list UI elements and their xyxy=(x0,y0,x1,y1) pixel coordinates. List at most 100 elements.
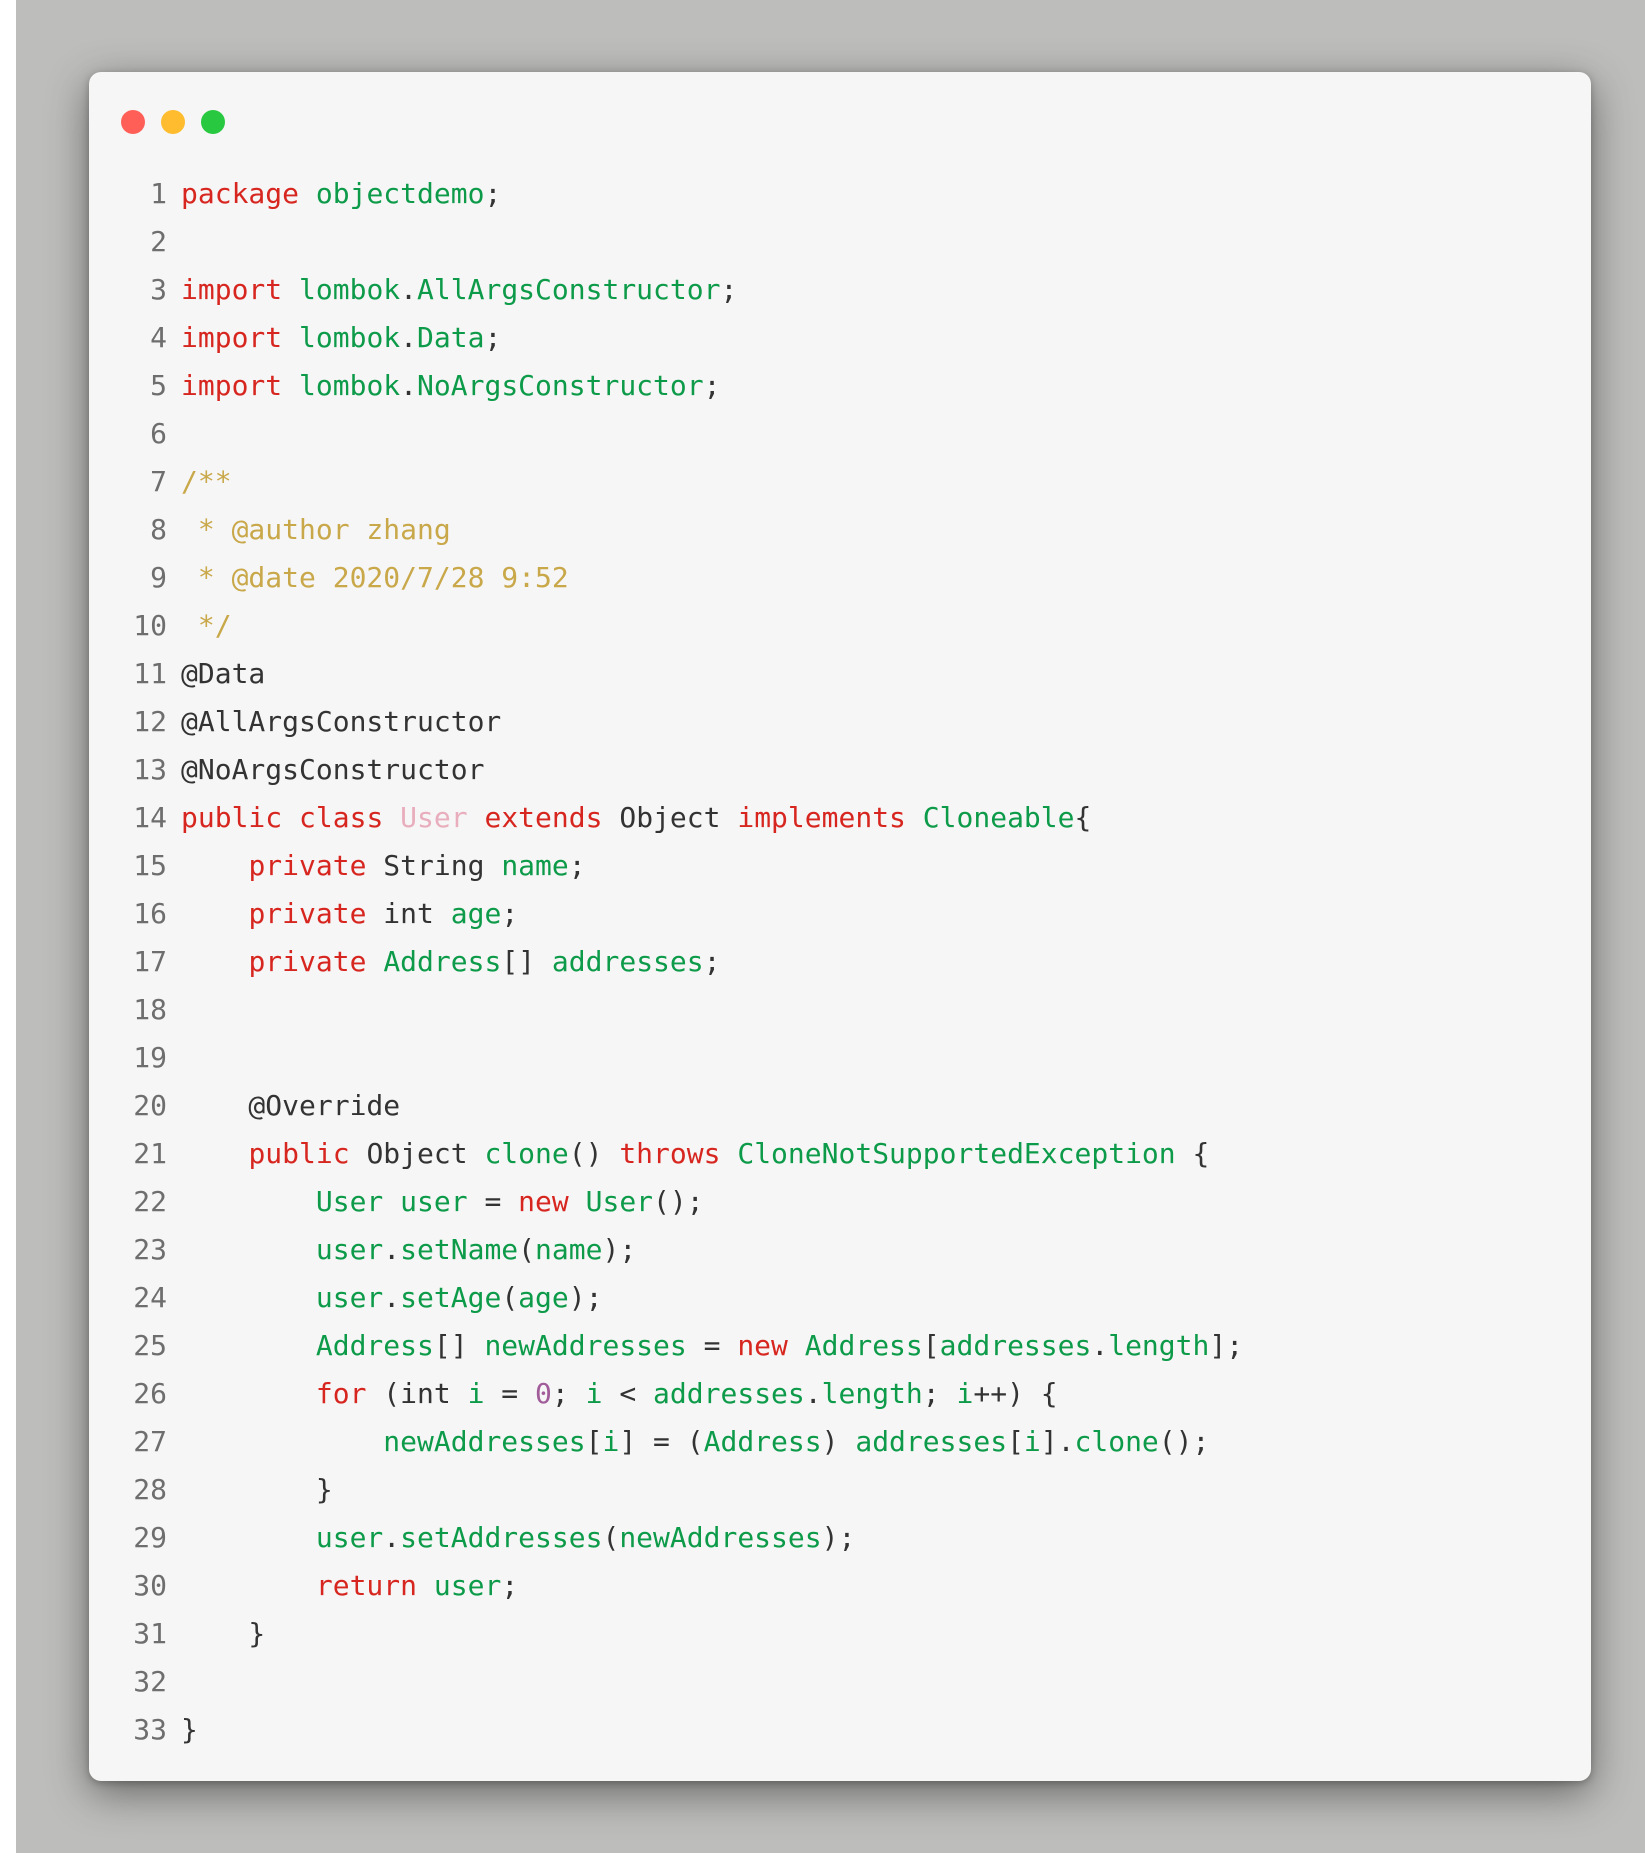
token-identifier: user xyxy=(400,1185,468,1218)
token-plain-text xyxy=(181,1425,383,1458)
code-line: 33} xyxy=(89,1706,1591,1754)
line-number: 6 xyxy=(150,417,167,450)
token-plain-text xyxy=(383,1185,400,1218)
code-line: 26 for (int i = 0; i < addresses.length;… xyxy=(89,1370,1591,1418)
token-plain-text xyxy=(181,1137,248,1170)
token-identifier: i xyxy=(1023,1425,1041,1458)
code-line: 10 */ xyxy=(89,602,1591,650)
code-line: 1 package objectdemo; xyxy=(89,170,1591,218)
line-number: 13 xyxy=(133,753,167,786)
line-content xyxy=(167,1658,181,1706)
token-identifier: age xyxy=(518,1281,569,1314)
line-content: for (int i = 0; i < addresses.length; i+… xyxy=(167,1370,1058,1418)
code-line: 12 @AllArgsConstructor xyxy=(89,698,1591,746)
token-plain-text xyxy=(181,1185,316,1218)
token-plain-text: ; xyxy=(703,945,721,978)
token-plain-text xyxy=(383,801,400,834)
token-plain-text xyxy=(299,177,316,210)
token-plain-text: ++) { xyxy=(973,1377,1058,1410)
token-identifier: lombok xyxy=(299,369,401,402)
token-plain-text: Object xyxy=(602,801,738,834)
token-identifier: clone xyxy=(1074,1425,1159,1458)
token-identifier: Cloneable xyxy=(922,801,1075,834)
close-dot-icon[interactable] xyxy=(121,110,145,134)
line-number: 7 xyxy=(150,465,167,498)
token-identifier: Address xyxy=(703,1425,822,1458)
line-content: private int age; xyxy=(167,890,518,938)
token-plain-text xyxy=(181,945,248,978)
token-plain-text xyxy=(366,945,383,978)
token-plain-text xyxy=(181,1569,316,1602)
line-content: newAddresses[i] = (Address) addresses[i]… xyxy=(167,1418,1209,1466)
token-plain-text: ; xyxy=(720,273,738,306)
token-identifier: newAddresses xyxy=(383,1425,586,1458)
line-number: 23 xyxy=(133,1233,167,1266)
token-plain-text: ) xyxy=(821,1425,856,1458)
token-plain-text xyxy=(569,1185,586,1218)
code-line: 23 user.setName(name); xyxy=(89,1226,1591,1274)
line-content: package objectdemo; xyxy=(167,170,501,218)
token-plain-text xyxy=(720,1137,737,1170)
token-identifier: setName xyxy=(400,1233,519,1266)
token-plain-text: ] = ( xyxy=(619,1425,704,1458)
token-plain-text: { xyxy=(1175,1137,1210,1170)
window-controls xyxy=(121,110,225,134)
line-number: 32 xyxy=(133,1665,167,1698)
code-line: 30 return user; xyxy=(89,1562,1591,1610)
maximize-dot-icon[interactable] xyxy=(201,110,225,134)
token-plain-text xyxy=(181,1521,316,1554)
token-identifier: newAddresses xyxy=(484,1329,687,1362)
token-plain-text: [ xyxy=(585,1425,603,1458)
code-line: 21 public Object clone() throws CloneNot… xyxy=(89,1130,1591,1178)
minimize-dot-icon[interactable] xyxy=(161,110,185,134)
code-line: 9 * @date 2020/7/28 9:52 xyxy=(89,554,1591,602)
line-number: 5 xyxy=(150,369,167,402)
token-keyword: class xyxy=(299,801,384,834)
token-plain-text: < xyxy=(602,1377,654,1410)
token-plain-text: ); xyxy=(568,1281,603,1314)
token-identifier: addresses xyxy=(653,1377,805,1410)
token-plain-text: @NoArgsConstructor xyxy=(181,753,485,786)
token-identifier: age xyxy=(450,897,502,930)
line-number: 20 xyxy=(133,1089,167,1122)
token-plain-text xyxy=(181,849,248,882)
token-plain-text: ; xyxy=(484,321,502,354)
line-number: 22 xyxy=(133,1185,167,1218)
token-identifier: lombok xyxy=(299,321,401,354)
token-identifier: User xyxy=(315,1185,384,1218)
line-content xyxy=(167,410,181,458)
code-line: 11 @Data xyxy=(89,650,1591,698)
token-identifier: CloneNotSupportedException xyxy=(737,1137,1176,1170)
line-number: 31 xyxy=(133,1617,167,1650)
token-plain-text: . xyxy=(383,1281,401,1314)
code-line: 19 xyxy=(89,1034,1591,1082)
token-plain-text: (int xyxy=(366,1377,468,1410)
token-identifier: clone xyxy=(484,1137,569,1170)
token-identifier: user xyxy=(433,1569,502,1602)
token-identifier: i xyxy=(956,1377,974,1410)
token-plain-text: . xyxy=(400,273,418,306)
line-content: } xyxy=(167,1706,198,1754)
line-number: 28 xyxy=(133,1473,167,1506)
token-plain-text: . xyxy=(400,369,418,402)
line-content: return user; xyxy=(167,1562,518,1610)
token-plain-text xyxy=(282,321,299,354)
token-plain-text: ); xyxy=(602,1233,637,1266)
token-keyword: import xyxy=(181,321,283,354)
token-plain-text xyxy=(788,1329,805,1362)
code-line: 5 import lombok.NoArgsConstructor; xyxy=(89,362,1591,410)
line-content xyxy=(167,986,181,1034)
token-identifier: name xyxy=(535,1233,603,1266)
token-identifier: Address xyxy=(804,1329,923,1362)
token-plain-text: ; xyxy=(703,369,721,402)
code-line: 2 xyxy=(89,218,1591,266)
code-line: 18 xyxy=(89,986,1591,1034)
code-line: 15 private String name; xyxy=(89,842,1591,890)
code-line: 32 xyxy=(89,1658,1591,1706)
token-plain-text: [] xyxy=(433,1329,485,1362)
token-identifier: newAddresses xyxy=(619,1521,822,1554)
line-number: 15 xyxy=(133,849,167,882)
token-plain-text: () xyxy=(568,1137,620,1170)
token-identifier: Data xyxy=(417,321,485,354)
token-keyword: import xyxy=(181,369,283,402)
